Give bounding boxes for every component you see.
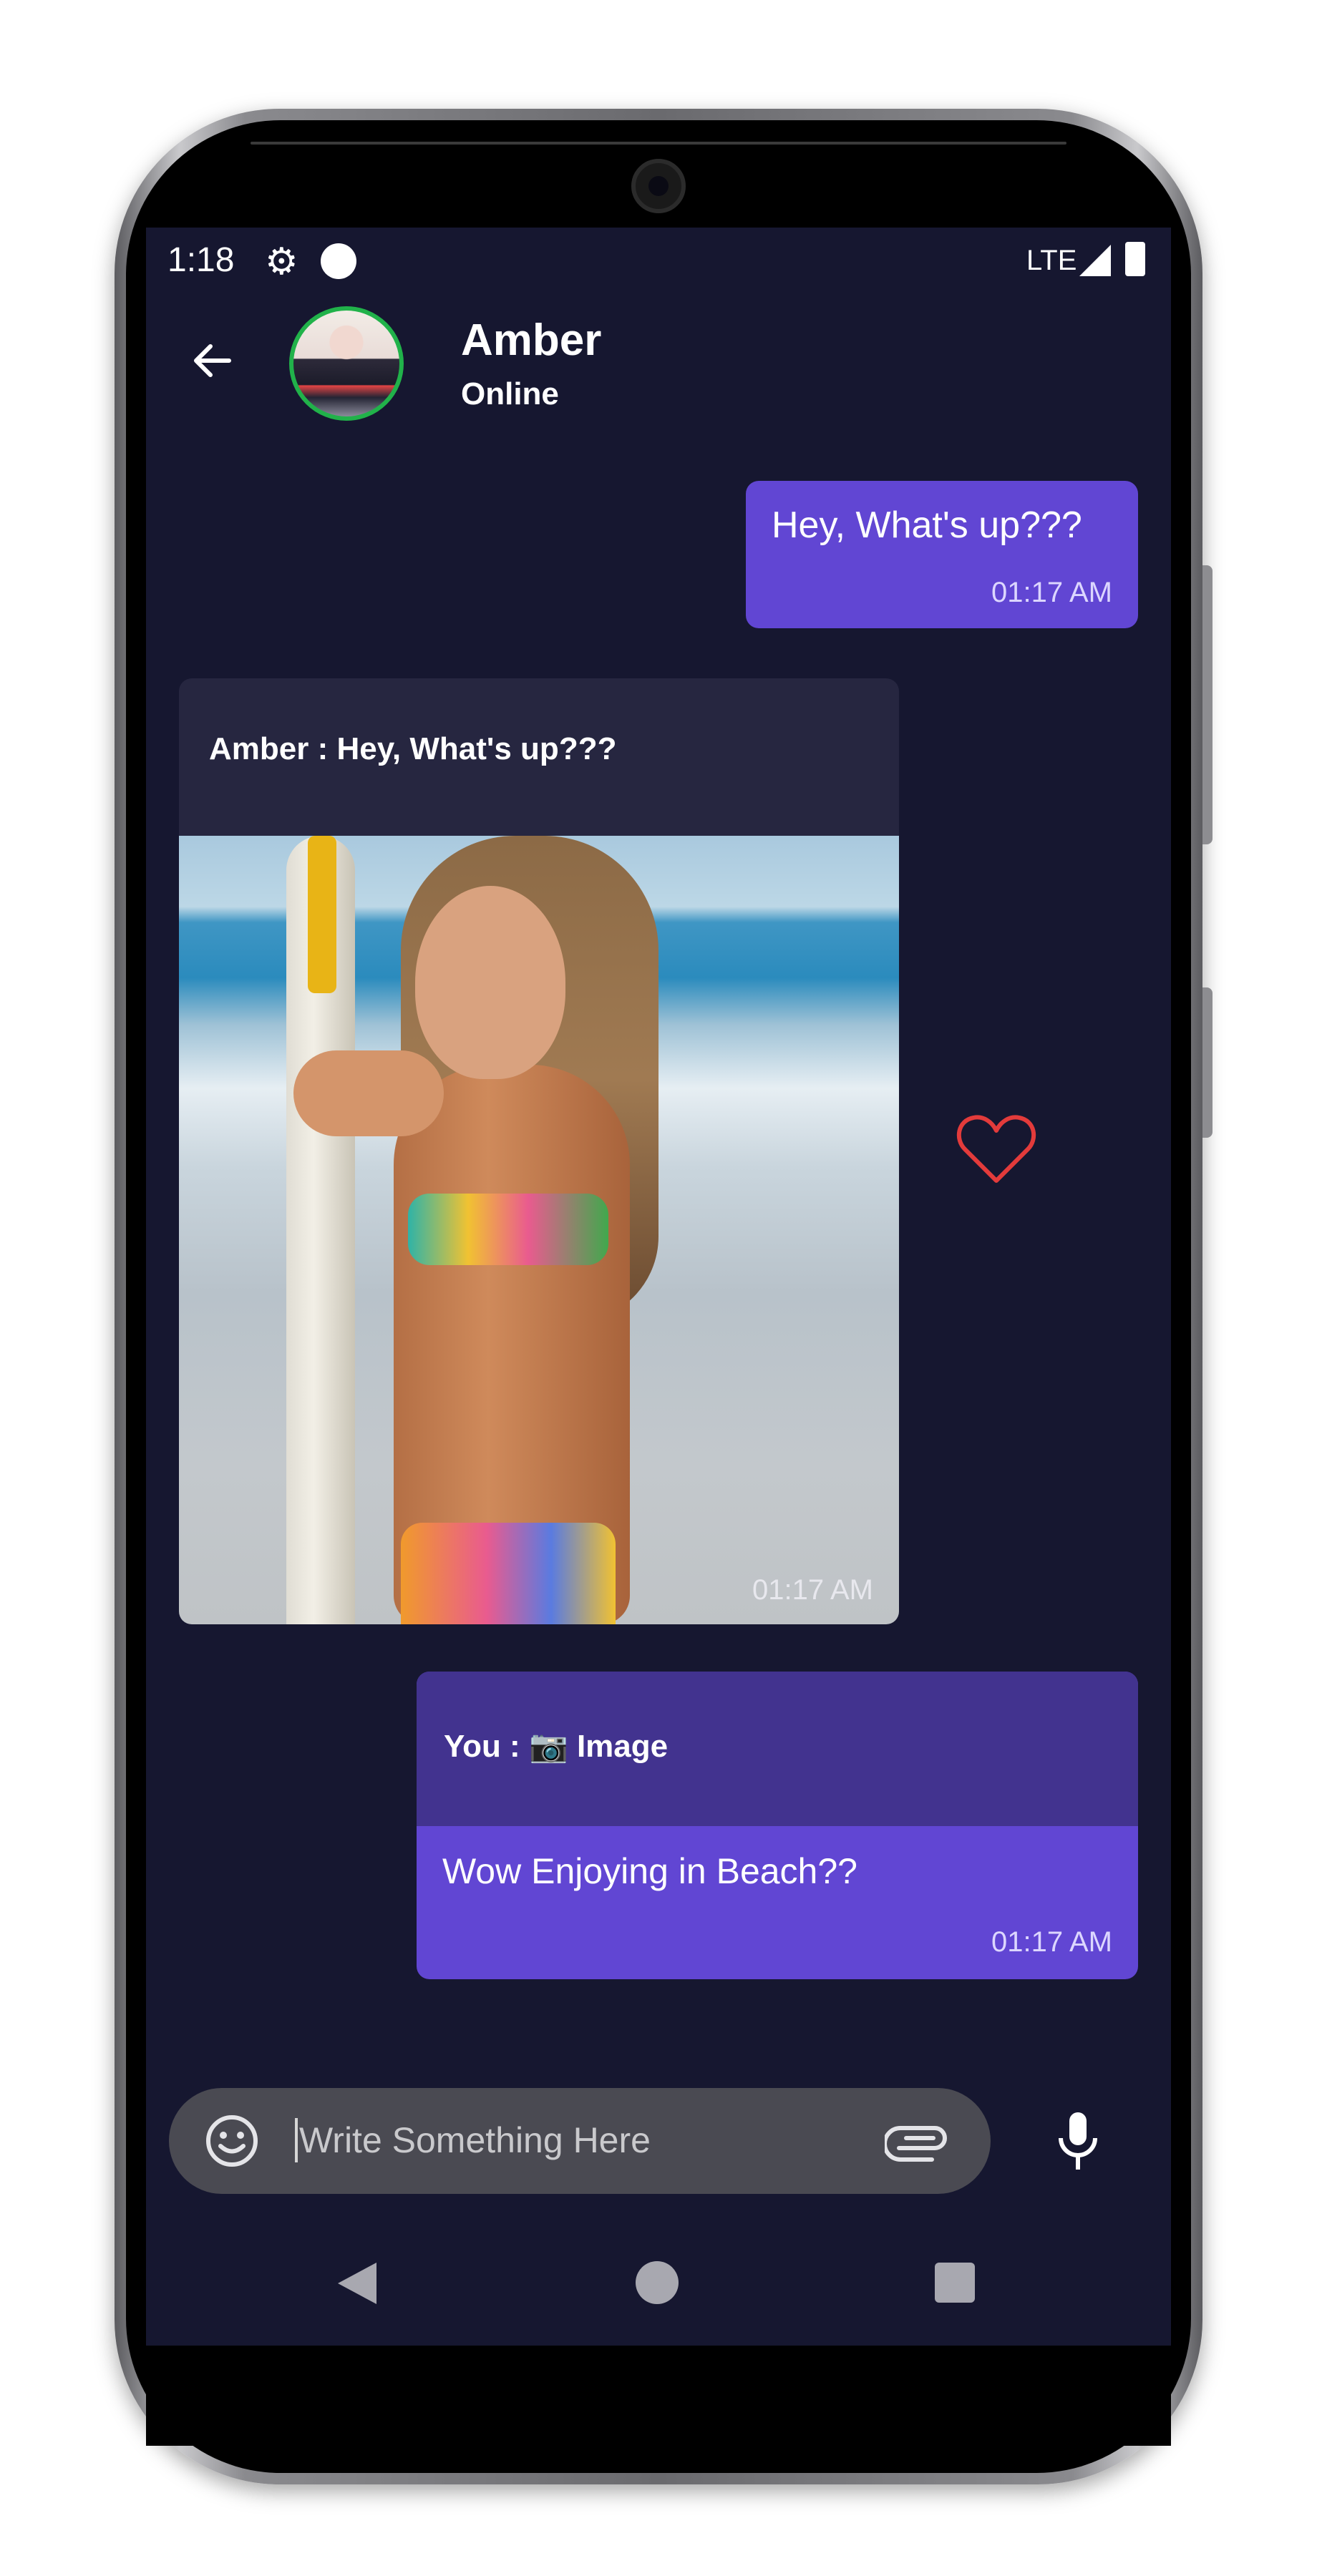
photo-surfboard-stripe	[308, 836, 336, 993]
text-caret	[295, 2118, 298, 2162]
message-photo[interactable]	[179, 836, 899, 1624]
incoming-image-message[interactable]: Amber : Hey, What's up??? 01:17 AM	[179, 678, 899, 1624]
message-time: 01:17 AM	[991, 577, 1112, 608]
message-text: Wow Enjoying in Beach??	[442, 1851, 857, 1891]
volume-button	[1202, 987, 1212, 1138]
arrow-left-icon[interactable]	[186, 335, 238, 386]
heart-outline-icon[interactable]	[955, 1112, 1038, 1186]
message-time: 01:17 AM	[991, 1926, 1112, 1958]
status-time: 1:18	[167, 241, 235, 279]
outgoing-reply-message[interactable]: You : 📷 Image Wow Enjoying in Beach?? 01…	[417, 1672, 1138, 1979]
speaker-grille	[251, 142, 1066, 145]
circle-notification-icon	[321, 243, 356, 279]
back-triangle-icon[interactable]	[334, 2260, 381, 2307]
photo-swimsuit-top	[408, 1194, 608, 1265]
message-text: Hey, What's up???	[772, 504, 1082, 546]
contact-status: Online	[461, 376, 559, 411]
message-input[interactable]: Write Something Here	[299, 2119, 651, 2161]
network-type: LTE	[1026, 245, 1077, 276]
emoji-icon[interactable]	[203, 2112, 261, 2170]
gear-icon: ⚙	[265, 240, 298, 283]
avatar[interactable]	[289, 306, 404, 421]
signal-icon	[1079, 245, 1111, 276]
contact-name: Amber	[461, 316, 602, 365]
camera-lens	[648, 176, 669, 196]
bottom-bezel	[146, 2346, 1171, 2446]
message-input-bar: Write Something Here	[169, 2088, 991, 2194]
photo-arm	[293, 1050, 444, 1136]
microphone-icon[interactable]	[1055, 2109, 1101, 2174]
home-circle-icon[interactable]	[636, 2261, 679, 2304]
battery-icon	[1125, 242, 1145, 276]
chat-screen: 1:18 ⚙ LTE Amber Online Hey, What's up??…	[146, 228, 1171, 2346]
outgoing-message[interactable]: Hey, What's up??? 01:17 AM	[746, 481, 1138, 628]
recents-square-icon[interactable]	[935, 2263, 975, 2303]
reply-header: You : 📷 Image	[444, 1729, 669, 1764]
photo-swimsuit-bottom	[401, 1523, 616, 1624]
photo-face	[415, 886, 565, 1079]
reply-header: Amber : Hey, What's up???	[209, 731, 617, 766]
message-time: 01:17 AM	[752, 1574, 873, 1606]
paperclip-icon[interactable]	[885, 2119, 949, 2162]
power-button	[1202, 565, 1212, 844]
